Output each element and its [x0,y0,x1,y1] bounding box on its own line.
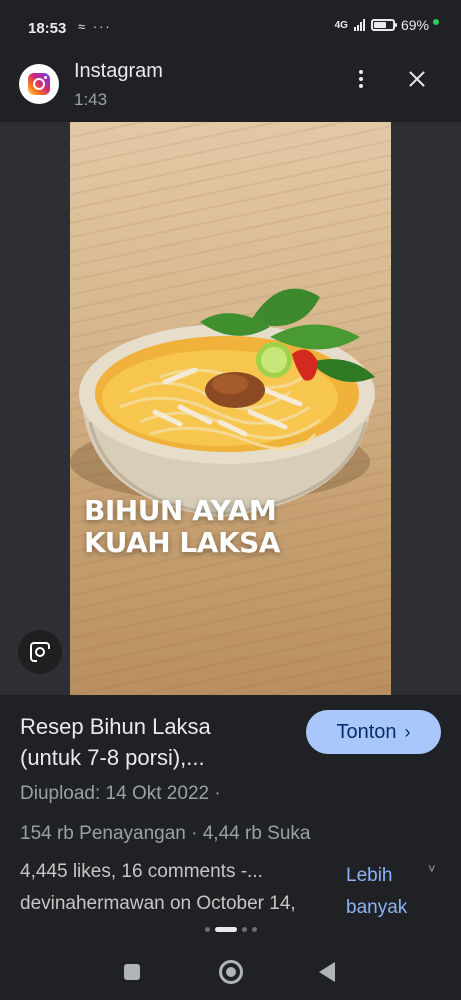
laksa-bowl-illustration [70,288,375,517]
description-line: 4,445 likes, 16 comments -... [20,861,263,882]
result-title-line: Resep Bihun Laksa [20,714,211,739]
expand-chevron-icon[interactable]: ˅ [428,861,436,876]
show-more-link[interactable]: Lebih banyak [346,860,407,924]
page-dot [204,926,210,932]
signal-icon [353,19,365,31]
battery-icon [370,19,397,31]
back-button[interactable] [319,962,335,982]
video-caption-line: KUAH LAKSA [84,526,280,559]
page-dot-active [214,926,237,932]
status-indicators: 4G 69% [335,17,439,33]
result-title-line: (untuk 7-8 porsi),... [20,745,205,770]
lens-icon [30,642,50,662]
preview-header: Instagram 1:43 [0,56,461,122]
page-dot [241,926,247,932]
view-like-stats: 154 rb Penayangan · 4,44 rb Suka [20,823,311,844]
watch-button-label: Tonton [336,720,397,743]
video-thumbnail[interactable]: BIHUN AYAM KUAH LAKSA [70,122,391,695]
page-indicator [0,925,461,933]
more-vert-icon [359,70,363,74]
more-options-button[interactable] [344,62,378,96]
system-nav-bar [0,945,461,1000]
upload-date: Diupload: 14 Okt 2022 · [20,783,221,804]
video-duration: 1:43 [74,90,108,109]
video-preview-area: BIHUN AYAM KUAH LAKSA [0,122,461,695]
battery-percent: 69% [400,17,429,33]
result-info: Resep Bihun Laksa (untuk 7-8 porsi),... … [0,695,461,945]
network-type: 4G [334,19,348,31]
instagram-glyph [28,73,50,95]
notification-icons: ≈ ··· [78,19,112,34]
status-bar: 18:53 ≈ ··· 4G 69% [0,0,461,56]
close-button[interactable] [400,62,434,96]
show-more-label: banyak [346,897,408,918]
lens-search-button[interactable] [18,630,62,674]
source-app-name: Instagram [74,60,163,82]
home-button[interactable] [219,960,243,984]
watch-button[interactable]: Tonton › [306,710,441,754]
description-line: devinahermawan on October 14, [20,893,296,914]
show-more-label: Lebih [346,865,393,886]
chevron-right-icon: › [404,721,411,742]
video-caption: BIHUN AYAM KUAH LAKSA [84,495,280,559]
battery-fill [373,22,386,28]
description-snippet: 4,445 likes, 16 comments -... devinaherm… [20,857,340,917]
result-title[interactable]: Resep Bihun Laksa (untuk 7-8 porsi),... [20,711,290,773]
privacy-indicator-dot [433,19,439,25]
video-caption-line: BIHUN AYAM [84,494,277,527]
instagram-logo-icon [19,64,59,104]
status-time: 18:53 [28,20,67,37]
page-dot [251,926,257,932]
recents-button[interactable] [124,964,140,980]
